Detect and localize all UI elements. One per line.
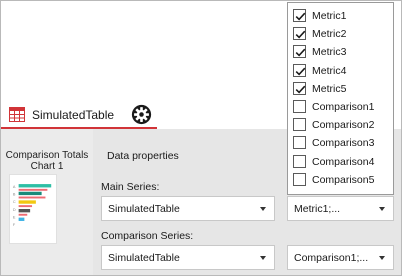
dropdown-option-label: Metric4 — [312, 64, 347, 77]
dropdown-option-label: Metric2 — [312, 28, 347, 41]
chevron-down-icon — [260, 207, 266, 211]
main-series-label: Main Series: — [101, 181, 160, 193]
dropdown-option[interactable]: Comparison3 — [288, 134, 393, 152]
tab-label: SimulatedTable — [32, 108, 115, 122]
dropdown-option-label: Metric5 — [312, 82, 347, 95]
dropdown-option[interactable]: Comparison2 — [288, 116, 393, 134]
dropdown-option-label: Metric3 — [312, 46, 347, 59]
svg-text:A: A — [13, 185, 16, 189]
checkmark-icon — [295, 12, 306, 21]
chevron-down-icon — [379, 207, 385, 211]
chart-thumbnail-card[interactable]: Comparison Totals Chart 1 ABC DEF — [1, 129, 93, 275]
comparison-series-label: Comparison Series: — [101, 230, 194, 242]
svg-text:B: B — [13, 193, 16, 197]
dropdown-option-label: Comparison1 — [312, 101, 375, 113]
chevron-down-icon — [260, 256, 266, 260]
metrics-value: Metric1;... — [294, 203, 341, 215]
checkbox[interactable] — [293, 118, 306, 132]
metrics-select[interactable]: Metric1;... — [287, 196, 394, 221]
checkbox[interactable] — [293, 9, 306, 22]
dropdown-option[interactable]: Comparison1 — [288, 98, 393, 116]
checkbox[interactable] — [293, 81, 306, 95]
dropdown-option-label: Comparison5 — [312, 173, 375, 186]
dropdown-option-label: Comparison3 — [312, 137, 375, 150]
gear-icon[interactable] — [131, 104, 152, 125]
svg-text:E: E — [13, 216, 16, 220]
comparison-metrics-select[interactable]: Comparison1;... — [287, 245, 394, 270]
checkbox[interactable] — [293, 100, 306, 113]
checkmark-icon — [295, 30, 306, 39]
comparison-series-select[interactable]: SimulatedTable — [101, 245, 275, 270]
chevron-down-icon — [379, 256, 385, 260]
table-icon — [9, 107, 25, 122]
dropdown-option[interactable]: Metric2 — [288, 25, 393, 43]
checkbox[interactable] — [293, 63, 306, 77]
checkmark-icon — [295, 67, 306, 76]
checkbox[interactable] — [293, 136, 306, 150]
thumbnail-title: Comparison Totals Chart 1 — [5, 150, 89, 172]
checkbox[interactable] — [293, 27, 306, 41]
main-series-select[interactable]: SimulatedTable — [101, 196, 275, 221]
checkbox[interactable] — [293, 154, 306, 168]
dropdown-option-label: Comparison4 — [312, 155, 375, 168]
checkbox[interactable] — [293, 172, 306, 186]
data-properties-heading: Data properties — [107, 150, 179, 162]
dropdown-option[interactable]: Metric3 — [288, 43, 393, 61]
tab-simulated-table[interactable]: SimulatedTable — [1, 100, 157, 129]
checkmark-icon — [295, 49, 306, 57]
checkmark-icon — [295, 85, 306, 94]
dropdown-option[interactable]: Metric1 — [288, 7, 393, 25]
svg-text:D: D — [13, 208, 16, 212]
dropdown-option-label: Metric1 — [312, 10, 347, 22]
checkbox[interactable] — [293, 45, 306, 59]
dropdown-option[interactable]: Metric5 — [288, 80, 393, 98]
svg-text:C: C — [13, 200, 16, 204]
comparison-metrics-value: Comparison1;... — [294, 252, 369, 264]
main-series-value: SimulatedTable — [108, 203, 180, 215]
dropdown-option[interactable]: Comparison4 — [288, 153, 393, 171]
dropdown-option[interactable]: Metric4 — [288, 62, 393, 80]
dropdown-option[interactable]: Comparison5 — [288, 171, 393, 189]
comparison-series-value: SimulatedTable — [108, 252, 180, 264]
chart-thumbnail-image: ABC DEF — [9, 174, 57, 244]
svg-text:F: F — [13, 223, 16, 227]
metrics-dropdown-list: Metric1 Metric2 Metric3 Metric4 Metric5 Compa… — [287, 2, 394, 195]
dropdown-option-label: Comparison2 — [312, 119, 375, 132]
